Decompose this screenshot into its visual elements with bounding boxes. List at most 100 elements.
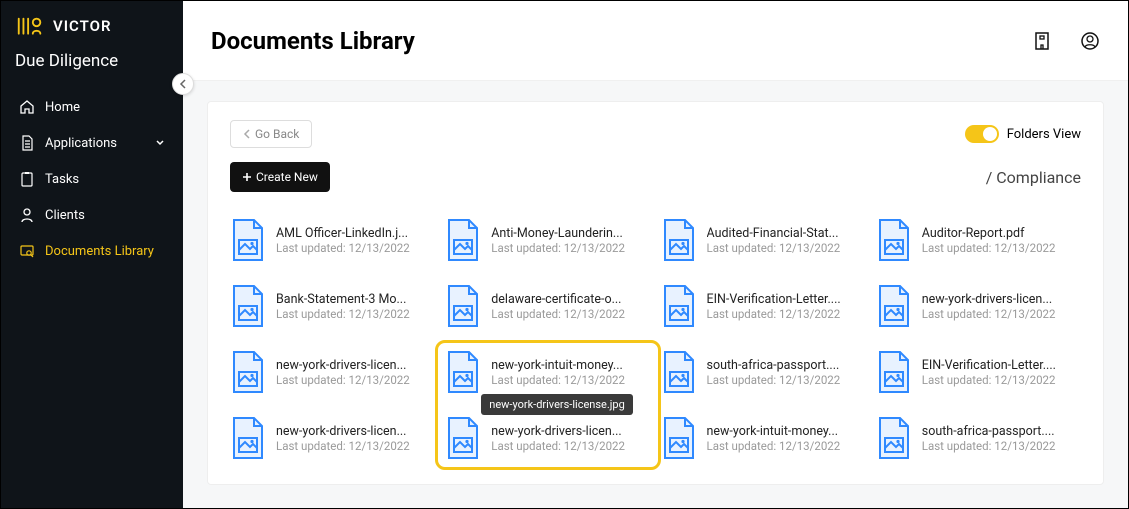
topbar: Documents Library	[183, 1, 1128, 81]
file-image-icon	[230, 218, 266, 262]
documents-panel: Go Back Folders View Create New / Compli…	[207, 101, 1104, 485]
sidebar-item-home[interactable]: Home	[1, 89, 183, 125]
file-grid: AML Officer-LinkedIn.j...Last updated: 1…	[230, 218, 1081, 460]
file-item[interactable]: delaware-certificate-o...Last updated: 1…	[445, 284, 650, 328]
content-area: Go Back Folders View Create New / Compli…	[183, 81, 1128, 508]
file-image-icon	[661, 416, 697, 460]
file-item[interactable]: Auditor-Report.pdfLast updated: 12/13/20…	[876, 218, 1081, 262]
file-last-updated: Last updated: 12/13/2022	[707, 307, 841, 321]
brand-name: VICTOR	[53, 17, 112, 35]
file-name: Bank-Statement-3 Mo...	[276, 292, 410, 307]
file-name: AML Officer-LinkedIn.j...	[276, 226, 410, 241]
file-item[interactable]: south-africa-passport....Last updated: 1…	[661, 350, 866, 394]
file-last-updated: Last updated: 12/13/2022	[922, 307, 1056, 321]
file-name: new-york-drivers-licen...	[491, 424, 625, 439]
file-name: EIN-Verification-Letter....	[707, 292, 841, 307]
create-new-label: Create New	[256, 170, 318, 184]
file-item[interactable]: new-york-intuit-money...Last updated: 12…	[445, 350, 650, 394]
person-icon	[19, 207, 35, 223]
file-item[interactable]: new-york-drivers-licen...Last updated: 1…	[445, 416, 650, 460]
file-name: new-york-intuit-money...	[491, 358, 625, 373]
file-last-updated: Last updated: 12/13/2022	[491, 373, 625, 387]
sidebar-item-clients[interactable]: Clients	[1, 197, 183, 233]
file-last-updated: Last updated: 12/13/2022	[922, 241, 1056, 255]
module-title: Due Diligence	[1, 47, 183, 85]
file-name: delaware-certificate-o...	[491, 292, 625, 307]
file-image-icon	[445, 218, 481, 262]
sidebar-item-label: Applications	[45, 136, 117, 151]
file-item[interactable]: Bank-Statement-3 Mo...Last updated: 12/1…	[230, 284, 435, 328]
file-last-updated: Last updated: 12/13/2022	[276, 373, 410, 387]
file-name: south-africa-passport....	[922, 424, 1056, 439]
file-tooltip: new-york-drivers-license.jpg	[481, 394, 633, 415]
file-last-updated: Last updated: 12/13/2022	[276, 241, 410, 255]
file-image-icon	[230, 284, 266, 328]
chevron-down-icon	[155, 139, 165, 147]
file-last-updated: Last updated: 12/13/2022	[491, 241, 625, 255]
file-image-icon	[230, 350, 266, 394]
folders-view-toggle[interactable]	[965, 125, 999, 143]
file-name: EIN-Verification-Letter....	[922, 358, 1056, 373]
file-name: new-york-intuit-money...	[707, 424, 841, 439]
sidebar-nav: Home Applications Tasks Clients Document…	[1, 85, 183, 269]
file-image-icon	[876, 284, 912, 328]
folders-view-label: Folders View	[1007, 127, 1081, 142]
go-back-label: Go Back	[255, 127, 299, 141]
sidebar-collapse-button[interactable]	[172, 73, 194, 95]
file-image-icon	[230, 416, 266, 460]
sidebar-item-documents-library[interactable]: Documents Library	[1, 233, 183, 269]
file-item[interactable]: Anti-Money-Launderin...Last updated: 12/…	[445, 218, 650, 262]
file-name: new-york-drivers-licen...	[276, 358, 410, 373]
file-last-updated: Last updated: 12/13/2022	[276, 307, 410, 321]
file-last-updated: Last updated: 12/13/2022	[922, 439, 1056, 453]
file-name: new-york-drivers-licen...	[922, 292, 1056, 307]
file-image-icon	[445, 416, 481, 460]
sidebar-item-label: Documents Library	[45, 244, 154, 259]
main: Documents Library Go Back Folders View	[183, 1, 1128, 508]
file-image-icon	[445, 284, 481, 328]
breadcrumb: / Compliance	[986, 168, 1081, 187]
file-item[interactable]: south-africa-passport....Last updated: 1…	[876, 416, 1081, 460]
file-last-updated: Last updated: 12/13/2022	[707, 373, 841, 387]
file-item[interactable]: Audited-Financial-Stat...Last updated: 1…	[661, 218, 866, 262]
file-last-updated: Last updated: 12/13/2022	[276, 439, 410, 453]
folder-search-icon	[19, 243, 35, 259]
file-item[interactable]: EIN-Verification-Letter....Last updated:…	[876, 350, 1081, 394]
file-image-icon	[876, 350, 912, 394]
file-item[interactable]: new-york-drivers-licen...Last updated: 1…	[230, 350, 435, 394]
clipboard-icon	[19, 171, 35, 187]
brand-logo-icon	[15, 13, 45, 39]
file-last-updated: Last updated: 12/13/2022	[707, 241, 841, 255]
building-icon[interactable]	[1032, 31, 1052, 51]
file-last-updated: Last updated: 12/13/2022	[707, 439, 841, 453]
file-image-icon	[661, 284, 697, 328]
sidebar: VICTOR Due Diligence Home Applications T…	[1, 1, 183, 508]
file-last-updated: Last updated: 12/13/2022	[922, 373, 1056, 387]
sidebar-item-label: Home	[45, 100, 80, 115]
home-icon	[19, 99, 35, 115]
file-item[interactable]: new-york-drivers-licen...Last updated: 1…	[876, 284, 1081, 328]
file-item[interactable]: AML Officer-LinkedIn.j...Last updated: 1…	[230, 218, 435, 262]
file-image-icon	[661, 218, 697, 262]
chevron-left-icon	[179, 79, 187, 89]
sidebar-item-applications[interactable]: Applications	[1, 125, 183, 161]
sidebar-item-tasks[interactable]: Tasks	[1, 161, 183, 197]
user-account-icon[interactable]	[1080, 31, 1100, 51]
create-new-button[interactable]: Create New	[230, 162, 330, 192]
file-item[interactable]: new-york-drivers-licen...Last updated: 1…	[230, 416, 435, 460]
document-icon	[19, 135, 35, 151]
file-name: Audited-Financial-Stat...	[707, 226, 841, 241]
file-last-updated: Last updated: 12/13/2022	[491, 307, 625, 321]
page-title: Documents Library	[211, 27, 415, 55]
chevron-left-icon	[243, 129, 251, 139]
topbar-actions	[1032, 31, 1100, 51]
go-back-button[interactable]: Go Back	[230, 120, 312, 148]
sidebar-item-label: Tasks	[45, 172, 79, 187]
plus-icon	[242, 172, 252, 182]
file-item[interactable]: EIN-Verification-Letter....Last updated:…	[661, 284, 866, 328]
file-image-icon	[876, 416, 912, 460]
file-image-icon	[445, 350, 481, 394]
file-image-icon	[661, 350, 697, 394]
file-item[interactable]: new-york-intuit-money...Last updated: 12…	[661, 416, 866, 460]
file-name: Anti-Money-Launderin...	[491, 226, 625, 241]
